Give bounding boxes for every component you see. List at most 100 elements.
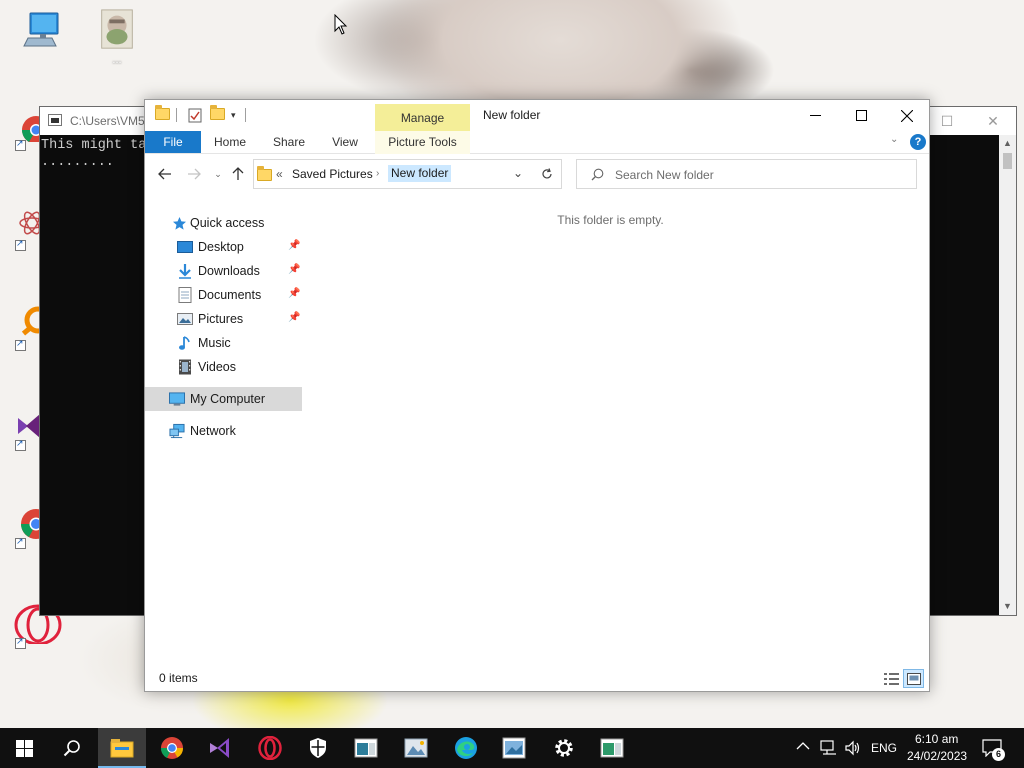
console-app-icon [354,738,378,758]
nav-label: Quick access [190,216,265,230]
clock-time[interactable]: 6:10 am [915,732,958,746]
minimize-button[interactable] [792,100,838,131]
file-list-area[interactable]: This folder is empty. [302,207,919,657]
breadcrumb-separator-icon[interactable]: › [376,168,379,179]
this-pc-desktop-icon[interactable] [15,10,65,68]
nav-label: Network [190,424,236,438]
nav-item-network[interactable]: Network [145,419,302,443]
network-tray-icon[interactable] [820,740,838,759]
input-language[interactable]: ENG [871,741,897,755]
nav-label: Downloads [198,264,260,278]
taskbar-file-explorer[interactable] [98,728,146,768]
start-button[interactable] [0,728,48,768]
back-button[interactable] [154,164,176,184]
large-icons-view-button[interactable] [903,669,924,688]
new-folder-icon[interactable] [210,105,225,123]
nav-item-music[interactable]: Music [145,331,302,355]
breadcrumb-saved-pictures[interactable]: Saved Pictures [292,167,373,181]
address-bar[interactable]: « Saved Pictures › New folder ⌄ [253,159,562,189]
taskbar-edge[interactable] [442,728,490,768]
details-view-button[interactable] [881,669,902,688]
clock-date[interactable]: 24/02/2023 [907,749,967,763]
up-arrow-icon [232,167,244,180]
edge-icon [455,737,477,759]
tab-home[interactable]: Home [205,131,255,153]
start-icon [15,739,33,757]
console-scrollbar[interactable]: ▲ ▼ [999,135,1016,615]
refresh-button[interactable] [532,159,562,189]
defender-shield-icon [310,738,326,758]
mouse-cursor-icon [334,14,348,35]
forward-button[interactable] [183,164,205,184]
status-bar: 0 items [145,665,929,691]
large-icons-view-icon [906,672,921,685]
scrollbar-thumb[interactable] [1003,153,1012,169]
taskbar-console-app-2[interactable] [588,728,636,768]
console-maximize-button[interactable]: ☐ [924,107,970,135]
nav-item-pictures[interactable]: Pictures 📌 [145,307,302,331]
help-icon[interactable]: ? [910,134,926,150]
show-hidden-icons-chevron-icon[interactable] [796,740,810,754]
nav-item-videos[interactable]: Videos [145,355,302,379]
tab-view[interactable]: View [323,131,367,153]
search-box[interactable] [576,159,917,189]
nav-label: My Computer [190,392,266,406]
manage-tab[interactable]: Manage [375,111,470,125]
documents-icon [177,287,193,303]
nav-item-my-computer[interactable]: My Computer [145,387,302,411]
scroll-up-icon[interactable]: ▲ [999,135,1016,152]
pin-icon[interactable]: 📌 [288,264,300,275]
quick-access-star-icon [171,215,187,231]
address-history-chevron-icon[interactable]: ⌄ [513,166,523,180]
file-explorer-window[interactable]: ▾ Manage New folder File Home Share View… [144,99,930,692]
shortcut-arrow-icon [15,238,26,251]
folder-icon [257,166,272,184]
network-icon [169,423,185,439]
nav-item-desktop[interactable]: Desktop 📌 [145,235,302,259]
pin-icon[interactable]: 📌 [288,312,300,323]
expand-ribbon-icon[interactable]: ⌄ [890,134,898,145]
monitor-icon [23,12,59,47]
pin-icon[interactable]: 📌 [288,240,300,251]
breadcrumb-overflow[interactable]: « [276,167,283,181]
taskbar-console-app[interactable] [342,728,390,768]
console-close-button[interactable]: ✕ [970,107,1016,135]
taskbar-visual-studio[interactable] [196,728,244,768]
pin-icon[interactable]: 📌 [288,288,300,299]
toolbar-separator [245,108,246,122]
nav-item-downloads[interactable]: Downloads 📌 [145,259,302,283]
taskbar-opera[interactable] [246,728,294,768]
recent-locations-button[interactable]: ⌄ [207,164,229,184]
tab-share[interactable]: Share [265,131,313,153]
taskbar-windows-security[interactable] [294,728,342,768]
taskbar-paint-app[interactable] [490,728,538,768]
tab-file[interactable]: File [145,131,201,153]
close-button[interactable] [884,100,930,131]
scroll-down-icon[interactable]: ▼ [999,598,1016,615]
taskbar-settings[interactable] [540,728,588,768]
properties-icon[interactable] [188,108,202,126]
shortcut-arrow-icon [15,636,26,649]
search-input[interactable] [615,166,905,184]
user-photo-desktop-icon[interactable]: ... [92,8,142,66]
customize-quick-access-icon[interactable]: ▾ [231,110,236,121]
paint-icon [502,737,526,759]
nav-item-documents[interactable]: Documents 📌 [145,283,302,307]
breadcrumb-new-folder[interactable]: New folder [388,165,452,182]
toolbar-separator [176,108,177,122]
console-title: C:\Users\VM5\ [70,114,149,128]
user-photo-icon [101,9,133,49]
nav-label: Music [198,336,231,350]
taskbar-chrome[interactable] [148,728,196,768]
volume-tray-icon[interactable] [844,740,862,759]
taskbar-search-button[interactable] [48,728,96,768]
taskbar-photos-app[interactable] [392,728,440,768]
up-button[interactable] [227,164,249,184]
shortcut-arrow-icon [15,438,26,451]
nav-item-quick-access[interactable]: Quick access [145,211,302,235]
maximize-button[interactable] [838,100,884,131]
tab-picture-tools[interactable]: Picture Tools [375,131,470,153]
explorer-titlebar[interactable]: ▾ Manage New folder [145,100,929,131]
videos-filmstrip-icon [177,359,193,375]
navigation-pane: Quick access Desktop 📌 Downloads 📌 Docum… [145,207,302,657]
